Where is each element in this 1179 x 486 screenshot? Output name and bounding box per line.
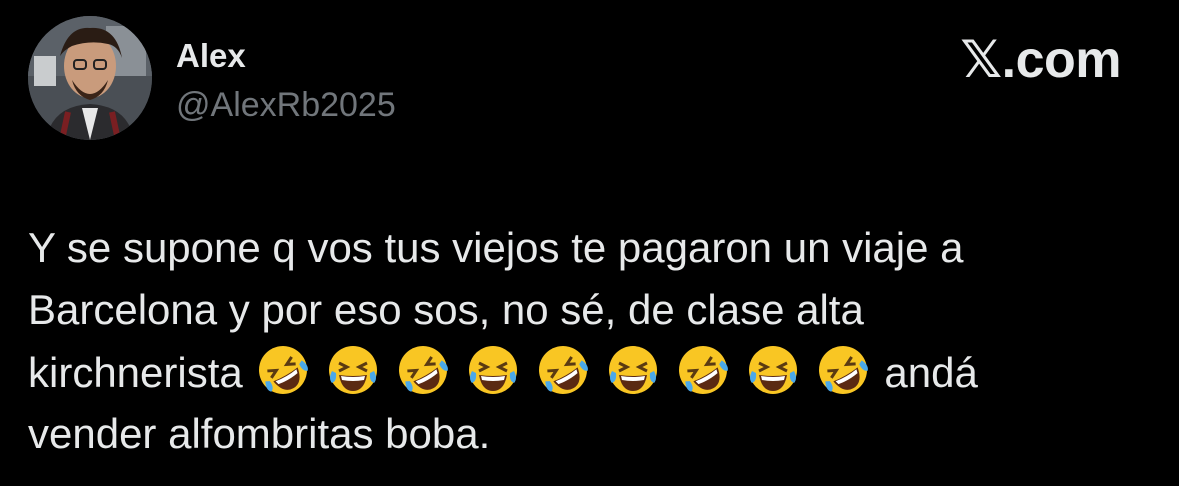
emoji-row xyxy=(254,346,884,396)
rolling-on-floor-laughing-emoji-icon xyxy=(254,341,312,399)
tweet-line-4: vender alfombritas boba. xyxy=(28,410,491,457)
tweet-card: Alex @AlexRb2025 𝕏.com Y se supone q vos… xyxy=(0,0,1179,486)
author-handle[interactable]: @AlexRb2025 xyxy=(176,84,396,126)
author-name[interactable]: Alex xyxy=(176,36,246,76)
tweet-line-2: Barcelona y por eso sos, no sé, de clase… xyxy=(28,286,864,333)
rolling-on-floor-laughing-emoji-icon xyxy=(534,341,592,399)
avatar-image xyxy=(28,16,152,140)
rolling-on-floor-laughing-emoji-icon xyxy=(674,341,732,399)
rolling-on-floor-laughing-emoji-icon xyxy=(814,341,872,399)
tweet-line-1: Y se supone q vos tus viejos te pagaron … xyxy=(28,224,964,271)
face-with-tears-of-joy-emoji-icon xyxy=(744,341,802,399)
rolling-on-floor-laughing-emoji-icon xyxy=(394,341,452,399)
face-with-tears-of-joy-emoji-icon xyxy=(604,341,662,399)
avatar[interactable] xyxy=(28,16,152,140)
tweet-word-kirchnerista: kirchnerista xyxy=(28,349,243,396)
tweet-text: Y se supone q vos tus viejos te pagaron … xyxy=(28,217,1138,465)
face-with-tears-of-joy-emoji-icon xyxy=(464,341,522,399)
face-with-tears-of-joy-emoji-icon xyxy=(324,341,382,399)
x-logo: 𝕏.com xyxy=(960,31,1121,89)
tweet-word-anda: andá xyxy=(884,349,978,396)
tweet-line-3: kirchnerista andá xyxy=(28,341,1138,403)
